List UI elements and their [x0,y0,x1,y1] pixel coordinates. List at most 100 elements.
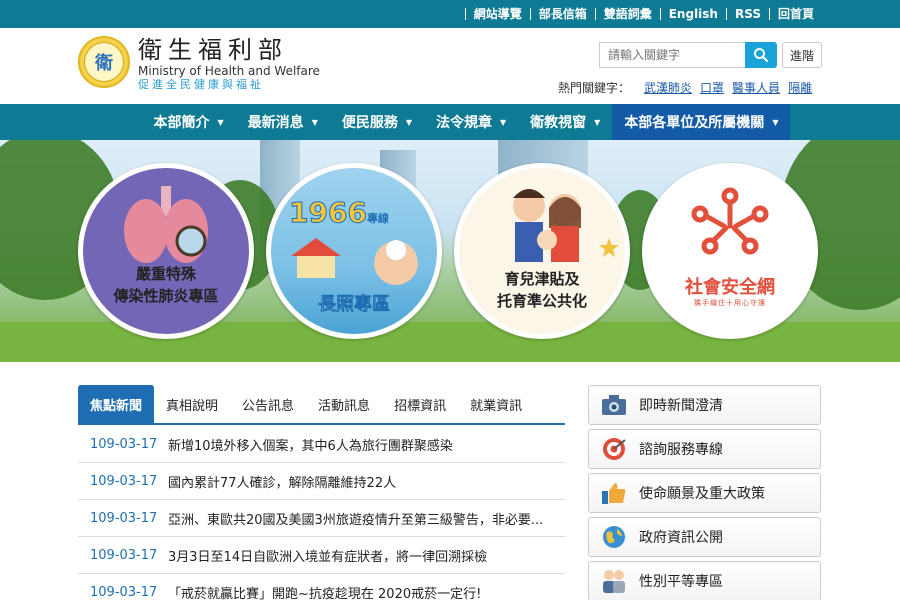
news-tabs: 焦點新聞 真相說明 公告訊息 活動訊息 招標資訊 就業資訊 [78,385,534,423]
nav-item-label: 本部各單位及所屬機關 [624,115,765,131]
top-bar: 網站導覽 部長信箱 雙語詞彙 English RSS 回首頁 [0,0,900,28]
top-link-sitemap[interactable]: 網站導覽 [464,8,530,20]
tab-tenders[interactable]: 招標資訊 [382,385,458,423]
quick-links: 即時新聞澄清 諮詢服務專線 使命願景及重大政策 政府資訊公開 性別平等專區 [588,385,821,600]
nav-item-health-education[interactable]: 衛教視窗 ▼ [518,104,612,140]
banner-caption-sub: 攜手織住十用心守護 [694,299,766,307]
ministry-emblem-icon[interactable]: 衛 [78,36,130,88]
news-item[interactable]: 109-03-17 國內累計77人確診，解除隔離維持22人 [78,463,565,500]
header: 衛 衛生福利部 Ministry of Health and Welfare 促… [0,28,900,104]
house-icon [291,238,341,278]
caret-down-icon: ▼ [500,117,507,127]
quick-link-label: 性別平等專區 [639,574,723,590]
quick-link-consultation-hotline[interactable]: 諮詢服務專線 [588,429,821,469]
news-title[interactable]: 「戒菸就贏比賽」開跑~抗疫趁現在 2020戒菸一定行! [168,583,481,600]
hot-keyword-link[interactable]: 隔離 [788,79,812,96]
tab-focus-news[interactable]: 焦點新聞 [78,385,155,423]
news-item[interactable]: 109-03-17 亞洲、東歐共20國及美國3州旅遊疫情升至第三級警告，非必要.… [78,500,565,537]
tab-events[interactable]: 活動訊息 [306,385,382,423]
banner-caption-line1: 嚴重特殊 [135,265,196,283]
quick-link-gender-equality[interactable]: 性別平等專區 [588,561,821,600]
banner-long-term-care-zone[interactable]: 1966專線 長照專區 [266,163,442,339]
news-title[interactable]: 國內累計77人確診，解除隔離維持22人 [168,472,396,491]
caret-down-icon: ▼ [594,117,601,127]
logo-name-zh: 衛生福利部 [138,36,288,64]
quick-link-mission-policy[interactable]: 使命願景及重大政策 [588,473,821,513]
tab-jobs[interactable]: 就業資訊 [458,385,534,423]
tab-announcements[interactable]: 公告訊息 [230,385,306,423]
caret-down-icon: ▼ [772,117,779,127]
news-date: 109-03-17 [90,547,158,563]
search-button[interactable] [745,42,777,68]
elder-icon [374,240,418,285]
family-icon [513,189,581,262]
hero-banner: 嚴重特殊 傳染性肺炎專區 1966專線 長照專區 育兒津貼及 托育準公共化 社會… [0,140,900,362]
search-icon [754,48,769,63]
hotline-number: 1966 [289,196,368,230]
target-icon [599,436,629,462]
banner-caption-line2: 托育準公共化 [496,292,587,310]
hot-keyword-link[interactable]: 武漢肺炎 [644,79,692,96]
top-links: 網站導覽 部長信箱 雙語詞彙 English RSS 回首頁 [464,0,822,28]
news-date: 109-03-17 [90,473,158,489]
news-item[interactable]: 109-03-17 「戒菸就贏比賽」開跑~抗疫趁現在 2020戒菸一定行! [78,574,565,600]
advanced-search-button[interactable]: 進階 [782,42,822,68]
banner-caption-line1: 育兒津貼及 [504,270,580,288]
banner-caption-line1: 社會安全網 [685,277,775,298]
banner-caption-line2: 傳染性肺炎專區 [113,287,219,305]
news-title[interactable]: 新增10境外移入個案，其中6人為旅行團群聚感染 [168,435,453,454]
tab-underline [78,423,565,425]
news-date: 109-03-17 [90,510,158,526]
banner-pneumonia-zone[interactable]: 嚴重特殊 傳染性肺炎專區 [78,163,254,339]
safety-net-logo-icon [691,187,769,255]
quick-link-label: 使命願景及重大政策 [639,486,765,502]
top-link-english[interactable]: English [659,8,726,20]
nav-item-label: 本部簡介 [153,115,210,131]
nav-item-label: 最新消息 [247,115,304,131]
top-link-rss[interactable]: RSS [725,8,769,20]
emblem-mark: 衛 [84,42,124,82]
nav-item-label: 法令規章 [436,115,492,131]
quick-link-news-clarification[interactable]: 即時新聞澄清 [588,385,821,425]
caret-down-icon: ▼ [405,117,412,127]
nav-item-regulations[interactable]: 法令規章 ▼ [424,104,518,140]
hot-keyword-link[interactable]: 醫事人員 [732,79,780,96]
quick-link-label: 即時新聞澄清 [639,398,723,414]
news-item[interactable]: 109-03-17 新增10境外移入個案，其中6人為旅行團群聚感染 [78,426,565,463]
hot-keywords-label: 熱門關鍵字： [558,81,631,95]
nav-item-news[interactable]: 最新消息 ▼ [236,104,330,140]
nav-item-agencies[interactable]: 本部各單位及所屬機關 ▼ [612,104,791,140]
hot-keyword-link[interactable]: 口罩 [700,79,724,96]
top-link-glossary[interactable]: 雙語詞彙 [594,8,660,20]
quick-link-government-info[interactable]: 政府資訊公開 [588,517,821,557]
hot-keywords: 熱門關鍵字： 武漢肺炎 口罩 醫事人員 隔離 [558,79,820,96]
nav-item-services[interactable]: 便民服務 ▼ [330,104,424,140]
logo-slogan: 促進全民健康與福祉 [138,78,264,91]
quick-link-label: 諮詢服務專線 [639,442,723,458]
site-logo[interactable]: 衛生福利部 Ministry of Health and Welfare 促進全… [138,36,320,92]
moon-icon [471,220,489,256]
tab-clarification[interactable]: 真相說明 [154,385,230,423]
news-title[interactable]: 亞洲、東歐共20國及美國3州旅遊疫情升至第三級警告，非必要... [168,509,543,528]
nav-item-about[interactable]: 本部簡介 ▼ [142,104,236,140]
news-item[interactable]: 109-03-17 3月3日至14日自歐洲入境並有症狀者，將一律回溯採檢 [78,537,565,574]
lungs-icon [124,186,208,263]
news-date: 109-03-17 [90,436,158,452]
news-date: 109-03-17 [90,584,158,600]
hotline-badge: 1966專線 [289,196,389,230]
caret-down-icon: ▼ [217,117,224,127]
banner-childcare-subsidy[interactable]: 育兒津貼及 托育準公共化 [454,163,630,339]
top-link-minister-mail[interactable]: 部長信箱 [529,8,595,20]
caret-down-icon: ▼ [311,117,318,127]
top-link-home[interactable]: 回首頁 [768,8,822,20]
thumbs-up-icon [599,480,629,506]
news-title[interactable]: 3月3日至14日自歐洲入境並有症狀者，將一律回溯採檢 [168,546,487,565]
quick-link-label: 政府資訊公開 [639,530,723,546]
people-icon [599,568,629,594]
banner-caption-line1: 長照專區 [318,294,391,316]
nav-item-label: 衛教視窗 [530,115,587,131]
main-nav: 本部簡介 ▼ 最新消息 ▼ 便民服務 ▼ 法令規章 ▼ 衛教視窗 ▼ 本部各單位及所屬機關… [0,104,900,140]
hotline-suffix: 專線 [366,212,389,225]
banner-social-safety-net[interactable]: 社會安全網 攜手織住十用心守護 [642,163,818,339]
search-input[interactable] [599,42,745,68]
